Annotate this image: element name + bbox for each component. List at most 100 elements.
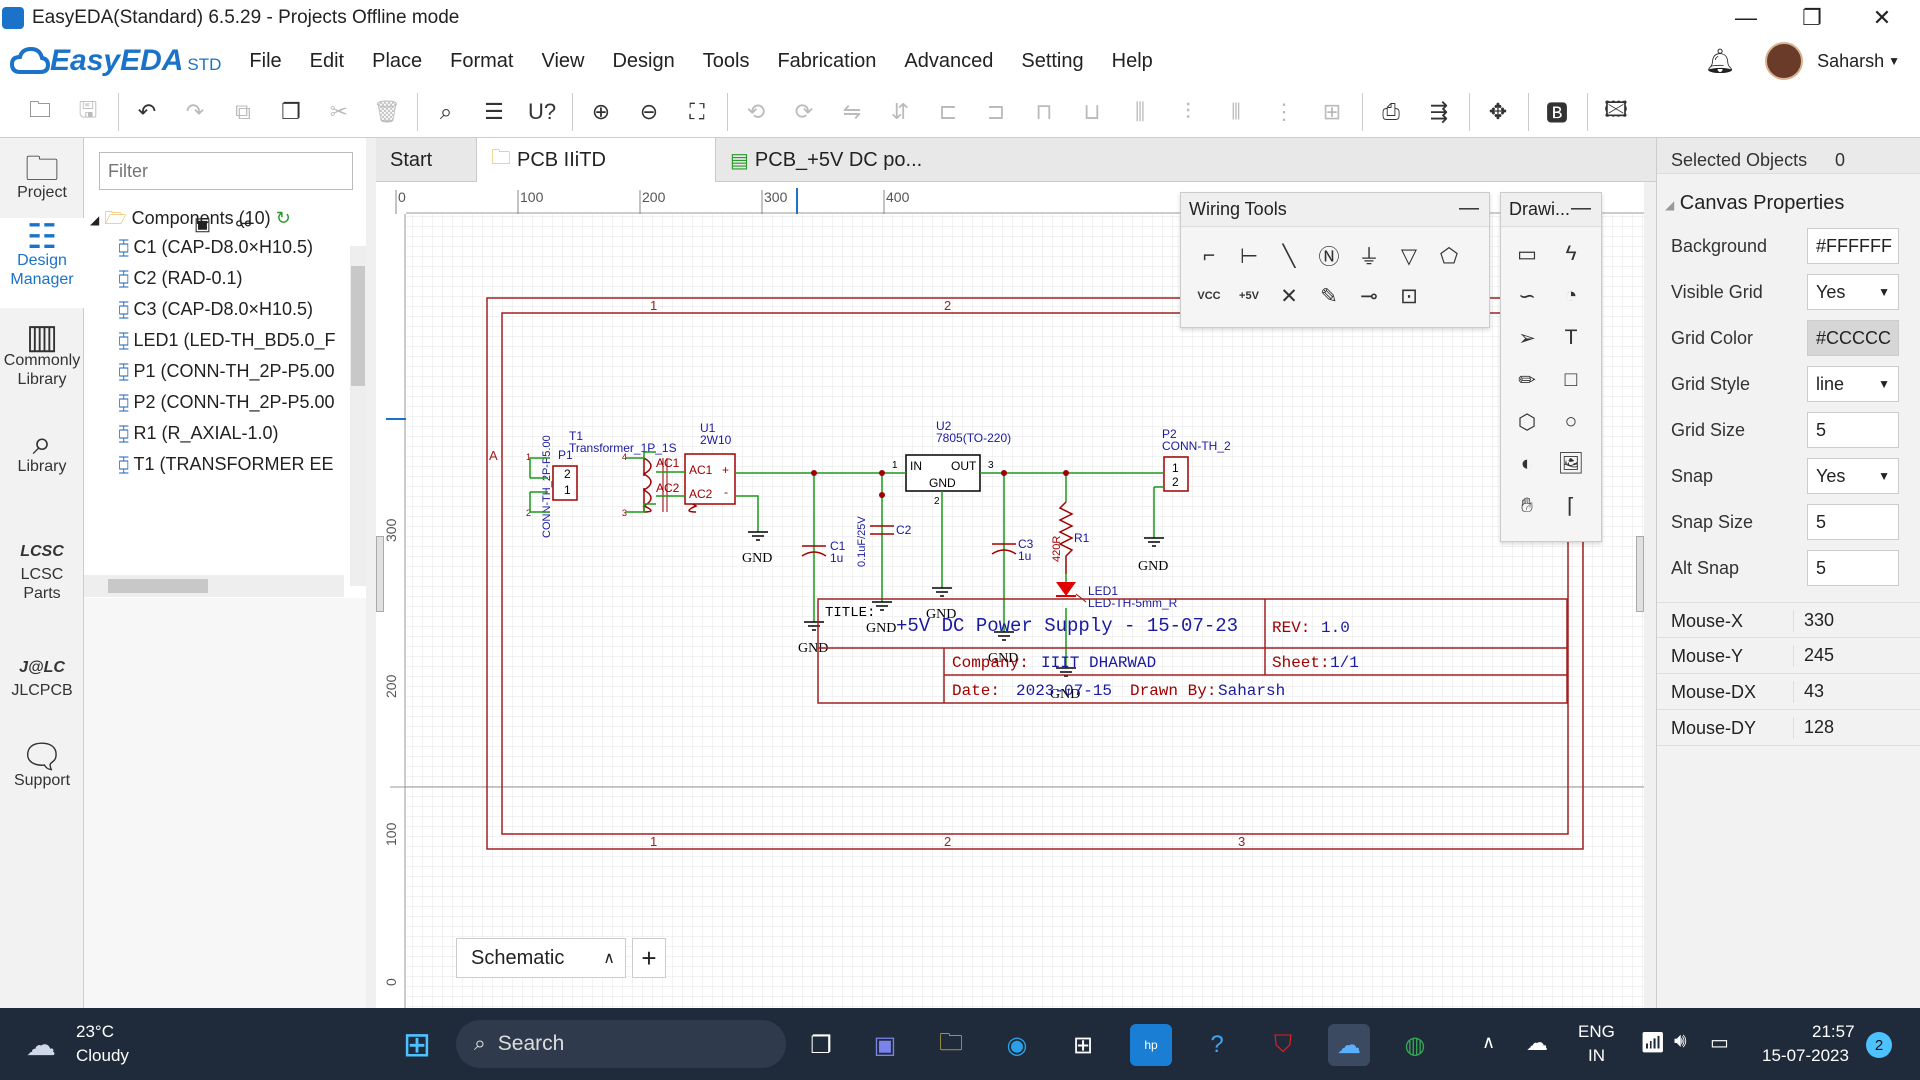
weather-temp[interactable]: 23°C	[76, 1022, 114, 1042]
chrome-icon[interactable]: ◍	[1394, 1024, 1436, 1066]
menu-place[interactable]: Place	[372, 50, 422, 73]
open-folder-icon[interactable]: 🗀	[22, 94, 58, 130]
tree-item[interactable]: ⧮ T1 (TRANSFORMER EE	[118, 454, 334, 475]
menu-format[interactable]: Format	[450, 50, 513, 73]
volume-icon[interactable]: 🔊︎	[1674, 1030, 1687, 1053]
align-top-icon[interactable]: ⊓	[1026, 94, 1062, 130]
tab-schematic-doc[interactable]: ▤ PCB_+5V DC po...	[716, 138, 956, 182]
align-right-icon[interactable]: ⊐	[978, 94, 1014, 130]
flip-horizontal-icon[interactable]: ⇋	[834, 94, 870, 130]
tree-item[interactable]: ⧮ R1 (R_AXIAL-1.0)	[118, 423, 279, 444]
clock-date[interactable]: 15-07-2023	[1762, 1046, 1849, 1066]
collapse-triangle-icon[interactable]: ◢	[1665, 198, 1674, 212]
duplicate-icon[interactable]: ⧉	[225, 94, 261, 130]
edge-icon[interactable]: ◉	[996, 1024, 1038, 1066]
menu-tools[interactable]: Tools	[703, 50, 750, 73]
language-label[interactable]: ENG	[1578, 1022, 1615, 1042]
fit-view-icon[interactable]: ⛶	[679, 94, 715, 130]
mcafee-icon[interactable]: ⛉	[1262, 1024, 1304, 1066]
menu-help[interactable]: Help	[1112, 50, 1153, 73]
clock-time[interactable]: 21:57	[1812, 1022, 1855, 1042]
snap-size-input[interactable]: 5	[1807, 504, 1899, 540]
grid-size-input[interactable]: 5	[1807, 412, 1899, 448]
image-export-icon[interactable]: 🖾	[1598, 94, 1634, 130]
circle-icon[interactable]: ○	[1553, 405, 1589, 439]
hand-icon[interactable]: ✋︎	[1509, 489, 1545, 523]
tree-item[interactable]: ⧮ LED1 (LED-TH_BD5.0_F	[118, 330, 336, 351]
visible-grid-select[interactable]: Yes ▼	[1807, 274, 1899, 310]
easyeda-taskbar-icon[interactable]: ☁	[1328, 1024, 1370, 1066]
nav-support[interactable]: 🗨 Support	[0, 740, 84, 790]
nav-project[interactable]: 🗀 Project	[0, 152, 84, 202]
tree-item[interactable]: ⧮ P1 (CONN-TH_2P-P5.00	[118, 361, 335, 382]
collapse-triangle-icon[interactable]: ◢	[90, 213, 99, 227]
net-label-tag-icon[interactable]: ⬠	[1431, 239, 1467, 273]
arrow-icon[interactable]: ➢	[1509, 321, 1545, 355]
tree-item[interactable]: ⧮ C3 (CAP-D8.0×H10.5)	[118, 299, 313, 320]
net-label-icon[interactable]: Ⓝ	[1311, 239, 1347, 273]
background-color-input[interactable]: #FFFFFF	[1807, 228, 1899, 264]
cut-icon[interactable]: ✂	[321, 94, 357, 130]
delete-icon[interactable]: 🗑︎	[369, 94, 405, 130]
menu-fabrication[interactable]: Fabrication	[777, 50, 876, 73]
menu-file[interactable]: File	[249, 50, 281, 73]
task-view-icon[interactable]: ❐	[800, 1024, 842, 1066]
bus-entry-icon[interactable]: ╲	[1271, 239, 1307, 273]
snap-select[interactable]: Yes ▼	[1807, 458, 1899, 494]
help-app-icon[interactable]: ?	[1196, 1024, 1238, 1066]
dimension-icon[interactable]: ⌈	[1553, 489, 1589, 523]
distribute-h-icon[interactable]: ⦀	[1218, 94, 1254, 130]
pin-icon[interactable]: ⊸	[1351, 279, 1387, 313]
region-label[interactable]: IN	[1588, 1046, 1605, 1066]
tree-horizontal-scrollbar[interactable]	[84, 575, 344, 597]
freehand-icon[interactable]: ✏	[1509, 363, 1545, 397]
canvas-properties-header[interactable]: ◢ Canvas Properties	[1665, 192, 1844, 215]
maximize-button[interactable]: ❐	[1782, 0, 1842, 36]
find-list-icon[interactable]: ☰	[476, 94, 512, 130]
tree-item[interactable]: ⧮ C1 (CAP-D8.0×H10.5)	[118, 237, 313, 258]
teams-icon[interactable]: ▣	[864, 1024, 906, 1066]
tree-item[interactable]: ⧮ C2 (RAD-0.1)	[118, 268, 243, 289]
sheet-icon[interactable]: ▭	[1509, 237, 1545, 271]
rotate-icon[interactable]: ⟲	[738, 94, 774, 130]
add-sheet-button[interactable]: +	[632, 938, 666, 978]
unknown-part-icon[interactable]: U?	[524, 94, 560, 130]
menu-view[interactable]: View	[541, 50, 584, 73]
bezier-icon[interactable]: ∽	[1509, 279, 1545, 313]
file-explorer-icon[interactable]: 🗀	[930, 1024, 972, 1066]
bom-icon[interactable]: 🅱	[1539, 94, 1575, 130]
pin-tool-icon[interactable]: ✥	[1480, 94, 1516, 130]
rectangle-icon[interactable]: □	[1553, 363, 1589, 397]
distribute-v-icon[interactable]: ⋮	[1266, 94, 1302, 130]
filter-input[interactable]	[99, 152, 353, 190]
copy-icon[interactable]: ❐	[273, 94, 309, 130]
plus5v-icon[interactable]: +5V	[1231, 279, 1267, 313]
close-button[interactable]: ✕	[1852, 0, 1912, 36]
align-center-icon[interactable]: ⫼	[1122, 94, 1158, 130]
notification-bell-icon[interactable]: 🔔︎	[1705, 47, 1735, 76]
onedrive-icon[interactable]: ☁	[1526, 1030, 1548, 1056]
camera-icon[interactable]: ⎙	[1373, 94, 1409, 130]
battery-icon[interactable]: ▭	[1710, 1030, 1729, 1055]
store-icon[interactable]: ⊞	[1062, 1024, 1104, 1066]
grid-style-select[interactable]: line ▼	[1807, 366, 1899, 402]
minimize-button[interactable]: —	[1716, 0, 1776, 36]
net-port-icon[interactable]: ▽	[1391, 239, 1427, 273]
alt-snap-input[interactable]: 5	[1807, 550, 1899, 586]
pie-icon[interactable]: ◐	[1509, 447, 1545, 481]
bus-icon[interactable]: ⊢	[1231, 239, 1267, 273]
tree-vertical-scrollbar[interactable]	[350, 246, 366, 586]
chevron-up-icon[interactable]: ∧	[1482, 1032, 1495, 1053]
grid-color-input[interactable]: #CCCCC	[1807, 320, 1899, 356]
rotate-ccw-icon[interactable]: ⟳	[786, 94, 822, 130]
avatar[interactable]	[1765, 42, 1804, 80]
menu-advanced[interactable]: Advanced	[904, 50, 993, 73]
weather-desc[interactable]: Cloudy	[76, 1046, 129, 1066]
align-bottom-icon[interactable]: ⊔	[1074, 94, 1110, 130]
align-grid-icon[interactable]: ⊞	[1314, 94, 1350, 130]
group-icon[interactable]: ⊡	[1391, 279, 1427, 313]
nav-jlcpcb[interactable]: J@LC JLCPCB	[0, 658, 84, 700]
align-middle-icon[interactable]: ⫶	[1170, 94, 1206, 130]
search-icon[interactable]: ⌕	[428, 94, 464, 130]
zoom-out-icon[interactable]: ⊖	[631, 94, 667, 130]
